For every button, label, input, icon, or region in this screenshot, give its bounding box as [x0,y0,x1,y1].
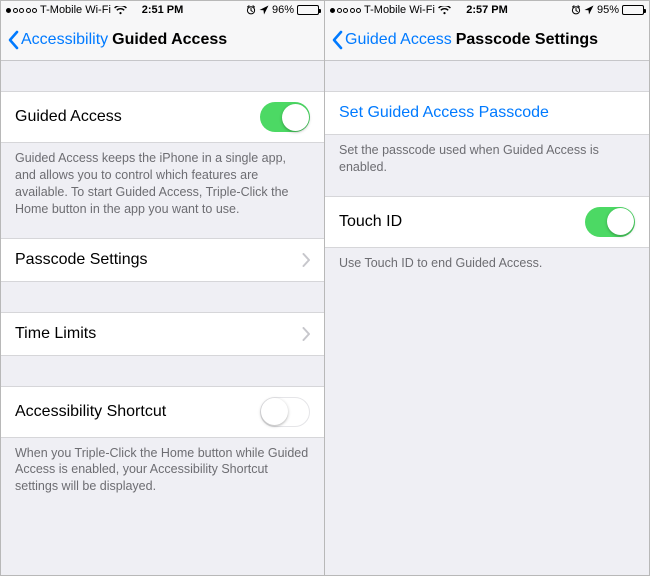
status-bar: T-Mobile Wi-Fi 2:51 PM 96% [1,1,324,19]
nav-bar: Accessibility Guided Access [1,19,324,61]
row-touch-id[interactable]: Touch ID [325,196,649,248]
toggle-guided-access[interactable] [260,102,310,132]
nav-bar: Guided Access Passcode Settings [325,19,649,61]
chevron-right-icon [302,253,310,267]
battery-icon [297,5,319,15]
row-label: Touch ID [339,213,585,231]
row-label: Accessibility Shortcut [15,403,260,421]
chevron-left-icon [331,30,343,50]
footer-accessibility-shortcut: When you Triple-Click the Home button wh… [1,438,324,504]
back-label: Guided Access [345,31,452,49]
page-title: Passcode Settings [456,31,598,49]
row-label: Time Limits [15,325,302,343]
settings-list[interactable]: Set Guided Access Passcode Set the passc… [325,61,649,575]
status-time: 2:57 PM [325,4,649,16]
chevron-left-icon [7,30,19,50]
row-accessibility-shortcut[interactable]: Accessibility Shortcut [1,386,324,438]
status-bar: T-Mobile Wi-Fi 2:57 PM 95% [325,1,649,19]
status-time: 2:51 PM [1,4,324,16]
row-guided-access-toggle[interactable]: Guided Access [1,91,324,143]
chevron-right-icon [302,327,310,341]
page-title: Guided Access [112,31,227,49]
back-label: Accessibility [21,31,108,49]
row-time-limits[interactable]: Time Limits [1,312,324,356]
row-set-passcode[interactable]: Set Guided Access Passcode [325,91,649,135]
battery-icon [622,5,644,15]
toggle-touch-id[interactable] [585,207,635,237]
row-label: Set Guided Access Passcode [339,104,635,122]
footer-guided-access: Guided Access keeps the iPhone in a sing… [1,143,324,226]
row-passcode-settings[interactable]: Passcode Settings [1,238,324,282]
footer-touch-id: Use Touch ID to end Guided Access. [325,248,649,280]
row-label: Guided Access [15,108,260,126]
screen-passcode-settings: T-Mobile Wi-Fi 2:57 PM 95% [325,1,649,575]
footer-set-passcode: Set the passcode used when Guided Access… [325,135,649,184]
row-label: Passcode Settings [15,251,302,269]
screen-guided-access: T-Mobile Wi-Fi 2:51 PM 96% [1,1,325,575]
settings-list[interactable]: Guided Access Guided Access keeps the iP… [1,61,324,575]
back-button[interactable]: Accessibility [7,30,108,50]
back-button[interactable]: Guided Access [331,30,452,50]
toggle-accessibility-shortcut[interactable] [260,397,310,427]
